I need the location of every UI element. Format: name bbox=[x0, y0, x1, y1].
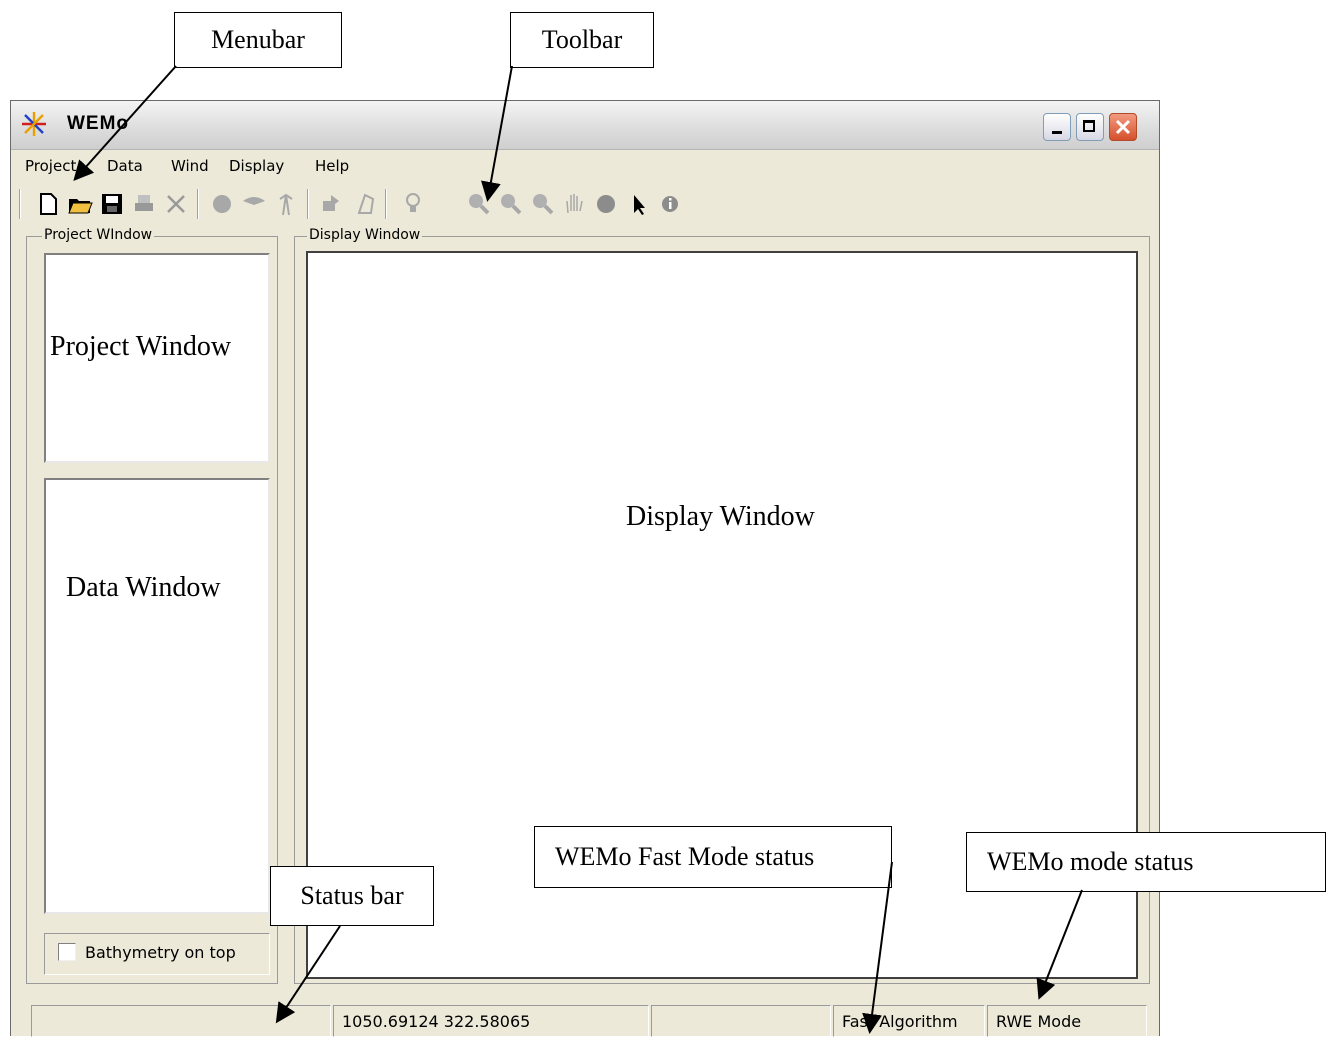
arrow-toolbar bbox=[481, 65, 513, 202]
arrow-status-bar bbox=[275, 925, 341, 1024]
callout-arrows bbox=[73, 65, 1083, 1034]
arrow-fast-mode bbox=[862, 861, 893, 1034]
arrow-mode bbox=[1036, 889, 1083, 1000]
arrow-menubar bbox=[73, 65, 177, 181]
